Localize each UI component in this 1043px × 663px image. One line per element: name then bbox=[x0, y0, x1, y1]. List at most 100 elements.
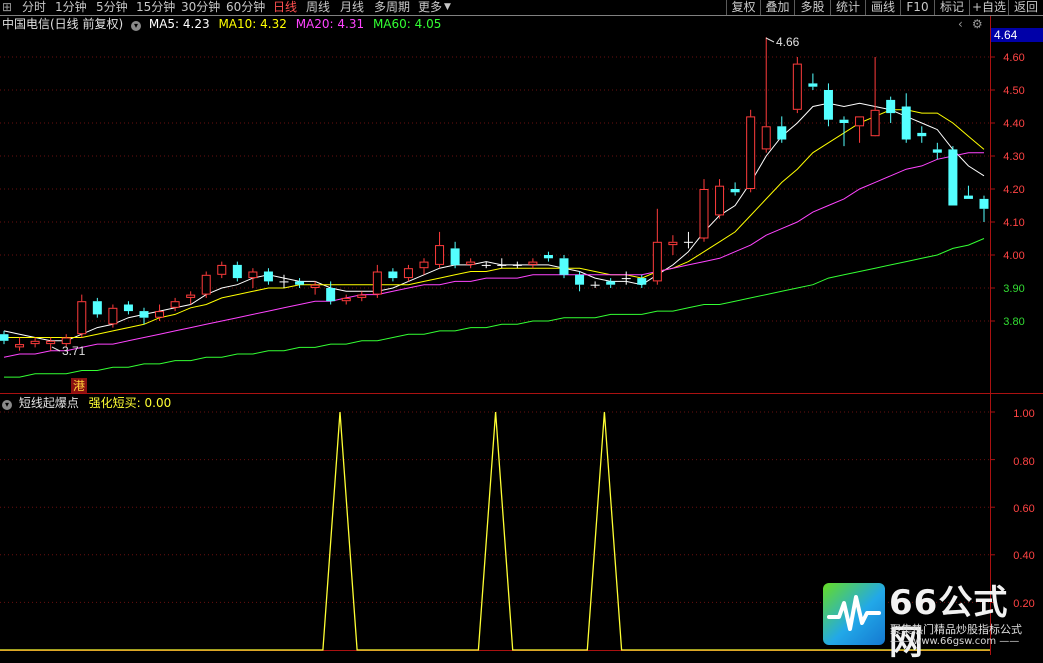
candle-body bbox=[746, 116, 756, 189]
ind-y-label-060: 0.60 bbox=[1013, 503, 1034, 515]
candle bbox=[403, 264, 413, 282]
candle-body bbox=[777, 126, 787, 140]
indicator-value: 强化短买: 0.00 bbox=[88, 396, 172, 410]
candle-body bbox=[963, 195, 973, 199]
candle bbox=[528, 258, 538, 269]
candle bbox=[295, 278, 305, 288]
candle-body bbox=[512, 264, 522, 266]
candle-body bbox=[357, 294, 367, 298]
candle-body bbox=[730, 189, 740, 193]
candle-body bbox=[403, 268, 413, 279]
candle-body bbox=[528, 261, 538, 265]
candle-body bbox=[543, 255, 553, 259]
candle-body bbox=[372, 271, 382, 295]
candle-body bbox=[668, 241, 678, 246]
candle-body bbox=[855, 116, 865, 127]
candle bbox=[543, 251, 553, 262]
candle-body bbox=[0, 334, 9, 341]
candle-body bbox=[232, 264, 242, 279]
candle bbox=[450, 241, 460, 269]
candle bbox=[808, 73, 818, 90]
main-grid bbox=[0, 56, 990, 322]
candle bbox=[279, 274, 289, 288]
candle bbox=[512, 261, 522, 269]
candle bbox=[730, 182, 740, 196]
ma60-label: MA60: 4.05 bbox=[372, 17, 442, 31]
candle bbox=[777, 116, 787, 143]
candle-body bbox=[559, 258, 569, 275]
candle-body bbox=[435, 245, 445, 265]
current-price-tag: 4.64 bbox=[994, 28, 1018, 42]
candle bbox=[388, 268, 398, 282]
candle bbox=[886, 96, 896, 123]
high-price-label: 4.66 bbox=[776, 35, 800, 49]
indicator-legend: ▾ 短线起爆点 强化短买: 0.00 bbox=[2, 396, 171, 410]
candle-body bbox=[217, 264, 227, 275]
ind-y-label-100: 1.00 bbox=[1013, 408, 1034, 420]
candle bbox=[652, 208, 662, 285]
y-label-420: 4.20 bbox=[1003, 184, 1024, 196]
candle bbox=[15, 337, 25, 351]
indicator-name: 短线起爆点 bbox=[18, 396, 79, 410]
candle-body bbox=[77, 301, 87, 335]
candle bbox=[248, 268, 258, 288]
candle-body bbox=[932, 149, 942, 153]
candle-body bbox=[326, 288, 336, 302]
event-marker[interactable]: 港 bbox=[73, 379, 85, 393]
candle bbox=[357, 291, 367, 302]
kline-chart[interactable]: 4.64 4.60 4.50 4.40 4.30 4.20 4.10 4.00 … bbox=[0, 0, 1043, 655]
candle-body bbox=[419, 261, 429, 269]
settings-icon[interactable]: ⚙ bbox=[972, 17, 983, 31]
candle-body bbox=[263, 271, 273, 282]
candle bbox=[201, 271, 211, 298]
candle-body bbox=[917, 132, 927, 137]
candle bbox=[372, 264, 382, 298]
candle bbox=[92, 297, 102, 318]
candle-body bbox=[201, 274, 211, 295]
candle bbox=[263, 268, 273, 285]
candle bbox=[715, 179, 725, 219]
candle-body bbox=[170, 301, 180, 308]
candle-body bbox=[92, 301, 102, 315]
candle bbox=[590, 281, 600, 288]
candle-body bbox=[683, 241, 693, 243]
indicator-settings-circle-icon[interactable]: ▾ bbox=[2, 400, 12, 410]
ma10-label: MA10: 4.32 bbox=[218, 17, 287, 31]
ma60-line bbox=[4, 238, 985, 378]
candle bbox=[217, 261, 227, 279]
candle-body bbox=[295, 281, 305, 285]
candle bbox=[917, 126, 927, 143]
left-arrow-icon[interactable]: ‹ bbox=[958, 17, 963, 31]
candle bbox=[419, 258, 429, 275]
panel-controls: ‹ ⚙ bbox=[958, 17, 989, 31]
candle-body bbox=[979, 198, 989, 209]
candles bbox=[0, 37, 989, 351]
candle-body bbox=[30, 340, 40, 345]
candle-body bbox=[606, 281, 616, 285]
candle bbox=[46, 337, 56, 351]
candle bbox=[761, 37, 771, 153]
candle bbox=[466, 258, 476, 269]
candle bbox=[497, 258, 507, 269]
candle-body bbox=[870, 109, 880, 137]
stock-title: 中国电信(日线 前复权) bbox=[2, 17, 124, 31]
ma-lines bbox=[3, 102, 985, 378]
ma5-label: MA5: 4.23 bbox=[148, 17, 210, 31]
candle bbox=[823, 83, 833, 127]
candle-body bbox=[481, 264, 491, 266]
candle-body bbox=[590, 284, 600, 286]
candle-body bbox=[108, 307, 118, 325]
candle bbox=[123, 301, 133, 315]
candle bbox=[108, 304, 118, 328]
settings-circle-icon[interactable]: ▾ bbox=[131, 21, 142, 31]
candle bbox=[77, 294, 87, 338]
candle bbox=[855, 116, 865, 143]
candle bbox=[606, 278, 616, 288]
candle-body bbox=[310, 284, 320, 289]
ma10-line bbox=[4, 109, 985, 338]
candle bbox=[621, 271, 631, 285]
candle-body bbox=[248, 271, 258, 279]
candle bbox=[668, 235, 678, 255]
candle-body bbox=[388, 271, 398, 279]
watermark-url-text: www.66gsw.com bbox=[913, 636, 997, 647]
